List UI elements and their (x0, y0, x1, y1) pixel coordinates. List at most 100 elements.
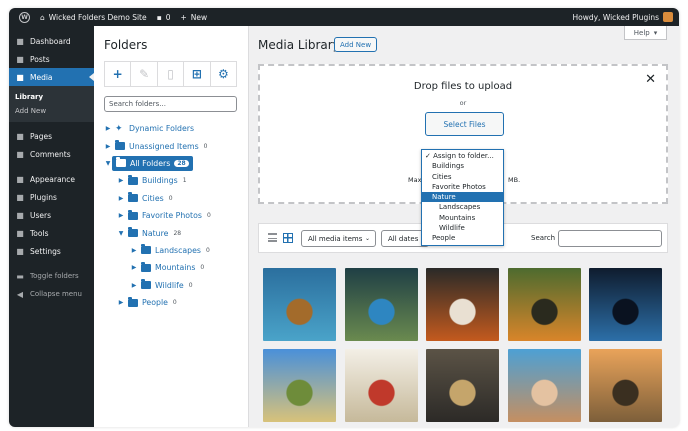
folder-node-dynamic-folders[interactable]: ▶ ✦ Dynamic Folders (104, 120, 244, 137)
caret-down-icon[interactable]: ▼ (104, 160, 112, 167)
grid-view-icon[interactable] (283, 233, 293, 243)
dropdown-option[interactable]: Mountains (422, 213, 503, 223)
sidebar-item-media[interactable]: ■ Media (9, 68, 94, 86)
dropdown-option[interactable]: Buildings (422, 161, 503, 171)
collapse-icon: ◀ (16, 289, 24, 299)
dropdown-option[interactable]: Cities (422, 172, 503, 182)
date-filter-value: All dates (388, 234, 419, 243)
account-menu[interactable]: Howdy, Wicked Plugins (573, 12, 673, 22)
folder-icon (128, 209, 138, 220)
dropdown-option[interactable]: Landscapes (422, 202, 503, 212)
media-thumbnail-kingfisher[interactable] (344, 268, 418, 341)
edit-folder-button[interactable]: ✎ (131, 62, 158, 86)
media-type-filter[interactable]: All media items ⌄ (301, 230, 376, 247)
sidebar-item-plugins[interactable]: ■ Plugins (9, 188, 94, 206)
sidebar-item-comments[interactable]: ■ Comments (9, 145, 94, 163)
sidebar-item-appearance[interactable]: ■ Appearance (9, 170, 94, 188)
folder-node-favorite-photos[interactable]: ▶ Favorite Photos 0 (104, 207, 244, 224)
collapse-menu-button[interactable]: ◀ Collapse menu (9, 285, 94, 303)
media-thumbnail-sea-turtle[interactable] (263, 268, 336, 341)
submenu-add-new[interactable]: Add New (9, 104, 94, 118)
sidebar-item-label: Plugins (30, 192, 57, 202)
folder-node-people[interactable]: ▶ People 0 (104, 294, 244, 311)
comment-icon: ■ (16, 149, 24, 159)
folder-label: Dynamic Folders (129, 124, 195, 134)
sidebar-item-settings[interactable]: ■ Settings (9, 242, 94, 260)
site-name-link[interactable]: ⌂ Wicked Folders Demo Site (40, 13, 147, 22)
media-thumbnail-owl[interactable] (426, 349, 499, 422)
media-thumbnail-meadow[interactable] (263, 349, 336, 422)
media-thumbnail-blue-cave[interactable] (589, 268, 662, 341)
pencil-icon: ✎ (139, 67, 150, 81)
sidebar-item-dashboard[interactable]: ■ Dashboard (9, 32, 94, 50)
toggle-folders-button[interactable]: ▬ Toggle folders (9, 267, 94, 285)
media-type-value: All media items (308, 234, 363, 243)
add-subfolder-button[interactable]: ⊞ (184, 62, 211, 86)
dropdown-option[interactable]: Wildlife (422, 223, 503, 233)
media-thumbnail-elephant[interactable] (589, 349, 662, 422)
caret-right-icon[interactable]: ▶ (117, 195, 125, 202)
wp-logo-menu[interactable]: W (19, 11, 30, 23)
sidebar-item-pages[interactable]: ■ Pages (9, 127, 94, 145)
caret-right-icon[interactable]: ▶ (104, 143, 112, 150)
folder-node-nature[interactable]: ▼ Nature 28 (104, 224, 244, 241)
media-thumbnail-fox[interactable] (426, 268, 499, 341)
brush-icon: ■ (16, 174, 24, 184)
media-search-input[interactable] (558, 230, 662, 247)
comments-link[interactable]: ▪ 0 (157, 13, 171, 22)
new-content-link[interactable]: + New (180, 13, 207, 22)
sidebar-item-tools[interactable]: ■ Tools (9, 224, 94, 242)
sidebar-item-posts[interactable]: ■ Posts (9, 50, 94, 68)
caret-right-icon[interactable]: ▶ (130, 247, 138, 254)
new-label: New (190, 12, 208, 22)
folder-search-input[interactable] (104, 96, 237, 112)
folder-node-cities[interactable]: ▶ Cities 0 (104, 190, 244, 207)
dropdown-option[interactable]: ✓ Assign to folder... (422, 151, 503, 161)
delete-folder-button[interactable]: ▯ (158, 62, 185, 86)
folder-node-landscapes[interactable]: ▶ Landscapes 0 (104, 242, 244, 259)
dropdown-option-label: Assign to folder... (433, 152, 494, 160)
folder-node-all-folders[interactable]: ▼ All Folders 28 (104, 155, 244, 172)
sidebar-item-label: Media (30, 72, 53, 82)
sidebar-item-users[interactable]: ■ Users (9, 206, 94, 224)
caret-right-icon[interactable]: ▶ (117, 212, 125, 219)
media-library-main: Media Library Add New Help ▾ ✕ Drop file… (249, 26, 679, 427)
caret-right-icon[interactable]: ▶ (130, 264, 138, 271)
add-new-button[interactable]: Add New (334, 37, 378, 52)
dropdown-option-label: Favorite Photos (432, 182, 486, 191)
media-thumbnail-dune[interactable] (507, 349, 581, 422)
dropdown-option[interactable]: Nature (422, 192, 503, 203)
dropdown-option[interactable]: People (422, 233, 503, 243)
folder-settings-button[interactable]: ⚙ (211, 62, 236, 86)
toggle-folders-label: Toggle folders (30, 272, 79, 280)
caret-right-icon[interactable]: ▶ (130, 282, 138, 289)
add-folder-button[interactable]: + (105, 62, 132, 86)
collapse-menu-label: Collapse menu (30, 290, 82, 298)
comment-icon: ▪ (156, 12, 162, 22)
assign-folder-dropdown[interactable]: ✓ Assign to folder... Buildings Cities Favo… (421, 149, 504, 246)
caret-right-icon[interactable]: ▶ (117, 177, 125, 184)
dropdown-option[interactable]: Favorite Photos (422, 182, 503, 192)
folder-node-unassigned-items[interactable]: ▶ Unassigned Items 0 (104, 137, 244, 154)
sidebar-item-label: Dashboard (30, 36, 71, 46)
media-thumbnail-tiger[interactable] (507, 268, 581, 341)
dropdown-option-label: Nature (432, 193, 456, 202)
gear-icon: ⚙ (217, 67, 229, 81)
help-tab-button[interactable]: Help ▾ (624, 26, 667, 40)
sidebar-item-label: Appearance (30, 174, 76, 184)
folder-node-wildlife[interactable]: ▶ Wildlife 0 (104, 277, 244, 294)
caret-right-icon[interactable]: ▶ (104, 125, 112, 132)
dropdown-option-label: Buildings (432, 162, 465, 171)
folder-node-buildings[interactable]: ▶ Buildings 1 (104, 172, 244, 189)
dropdown-option-label: Landscapes (439, 203, 481, 212)
folder-count: 0 (188, 281, 193, 289)
folder-count: 28 (174, 159, 189, 167)
list-view-icon[interactable] (268, 233, 277, 242)
caret-down-icon[interactable]: ▼ (117, 230, 125, 237)
media-thumbnail-flowers[interactable] (344, 349, 418, 422)
select-files-button[interactable]: Select Files (425, 112, 504, 136)
folder-node-mountains[interactable]: ▶ Mountains 0 (104, 259, 244, 276)
caret-right-icon[interactable]: ▶ (117, 299, 125, 306)
submenu-library[interactable]: Library (9, 90, 94, 104)
caret-down-icon: ▾ (653, 28, 658, 37)
